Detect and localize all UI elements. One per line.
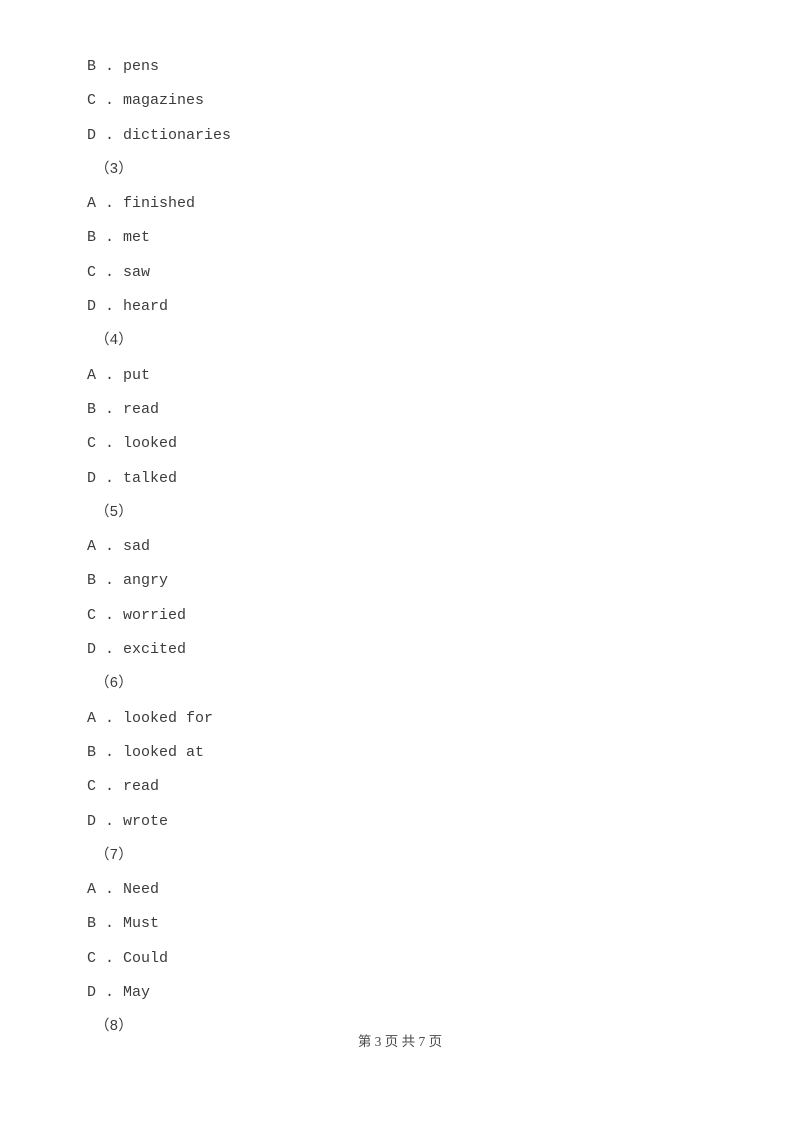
- answer-option: B . looked at: [87, 743, 205, 761]
- answer-option: D . heard: [87, 298, 169, 316]
- answer-option: C . read: [87, 778, 160, 796]
- answer-option: D . dictionaries: [87, 126, 232, 144]
- answer-option: C . looked: [87, 435, 178, 453]
- answer-option: A . Need: [87, 881, 160, 899]
- answer-option: A . sad: [87, 538, 151, 556]
- answer-option: A . put: [87, 366, 151, 384]
- question-options-list: B . pens C . magazines D . dictionaries （3）…: [87, 50, 747, 1045]
- question-number: （4）: [95, 333, 133, 350]
- answer-option: D . May: [87, 984, 151, 1002]
- answer-option: A . looked for: [87, 709, 214, 727]
- answer-option: C . worried: [87, 606, 187, 624]
- page-footer-pagination: 第 3 页 共 7 页: [357, 1034, 443, 1049]
- question-number: （6）: [95, 676, 133, 693]
- answer-option: D . excited: [87, 641, 187, 659]
- answer-option: C . saw: [87, 263, 151, 281]
- question-number: （5）: [95, 504, 133, 521]
- answer-option: D . wrote: [87, 812, 169, 830]
- answer-option: B . pens: [87, 58, 160, 75]
- answer-option: B . met: [87, 229, 151, 247]
- answer-option: D . talked: [87, 469, 178, 487]
- answer-option: B . angry: [87, 572, 169, 590]
- question-number: （3）: [95, 161, 133, 178]
- answer-option: C . Could: [87, 949, 169, 967]
- answer-option: B . Must: [87, 915, 160, 933]
- question-number: （7）: [95, 847, 133, 864]
- document-page: B . pens C . magazines D . dictionaries （3）…: [0, 0, 800, 1132]
- answer-option: A . finished: [87, 195, 196, 213]
- answer-option: B . read: [87, 400, 160, 418]
- answer-option: C . magazines: [87, 92, 205, 110]
